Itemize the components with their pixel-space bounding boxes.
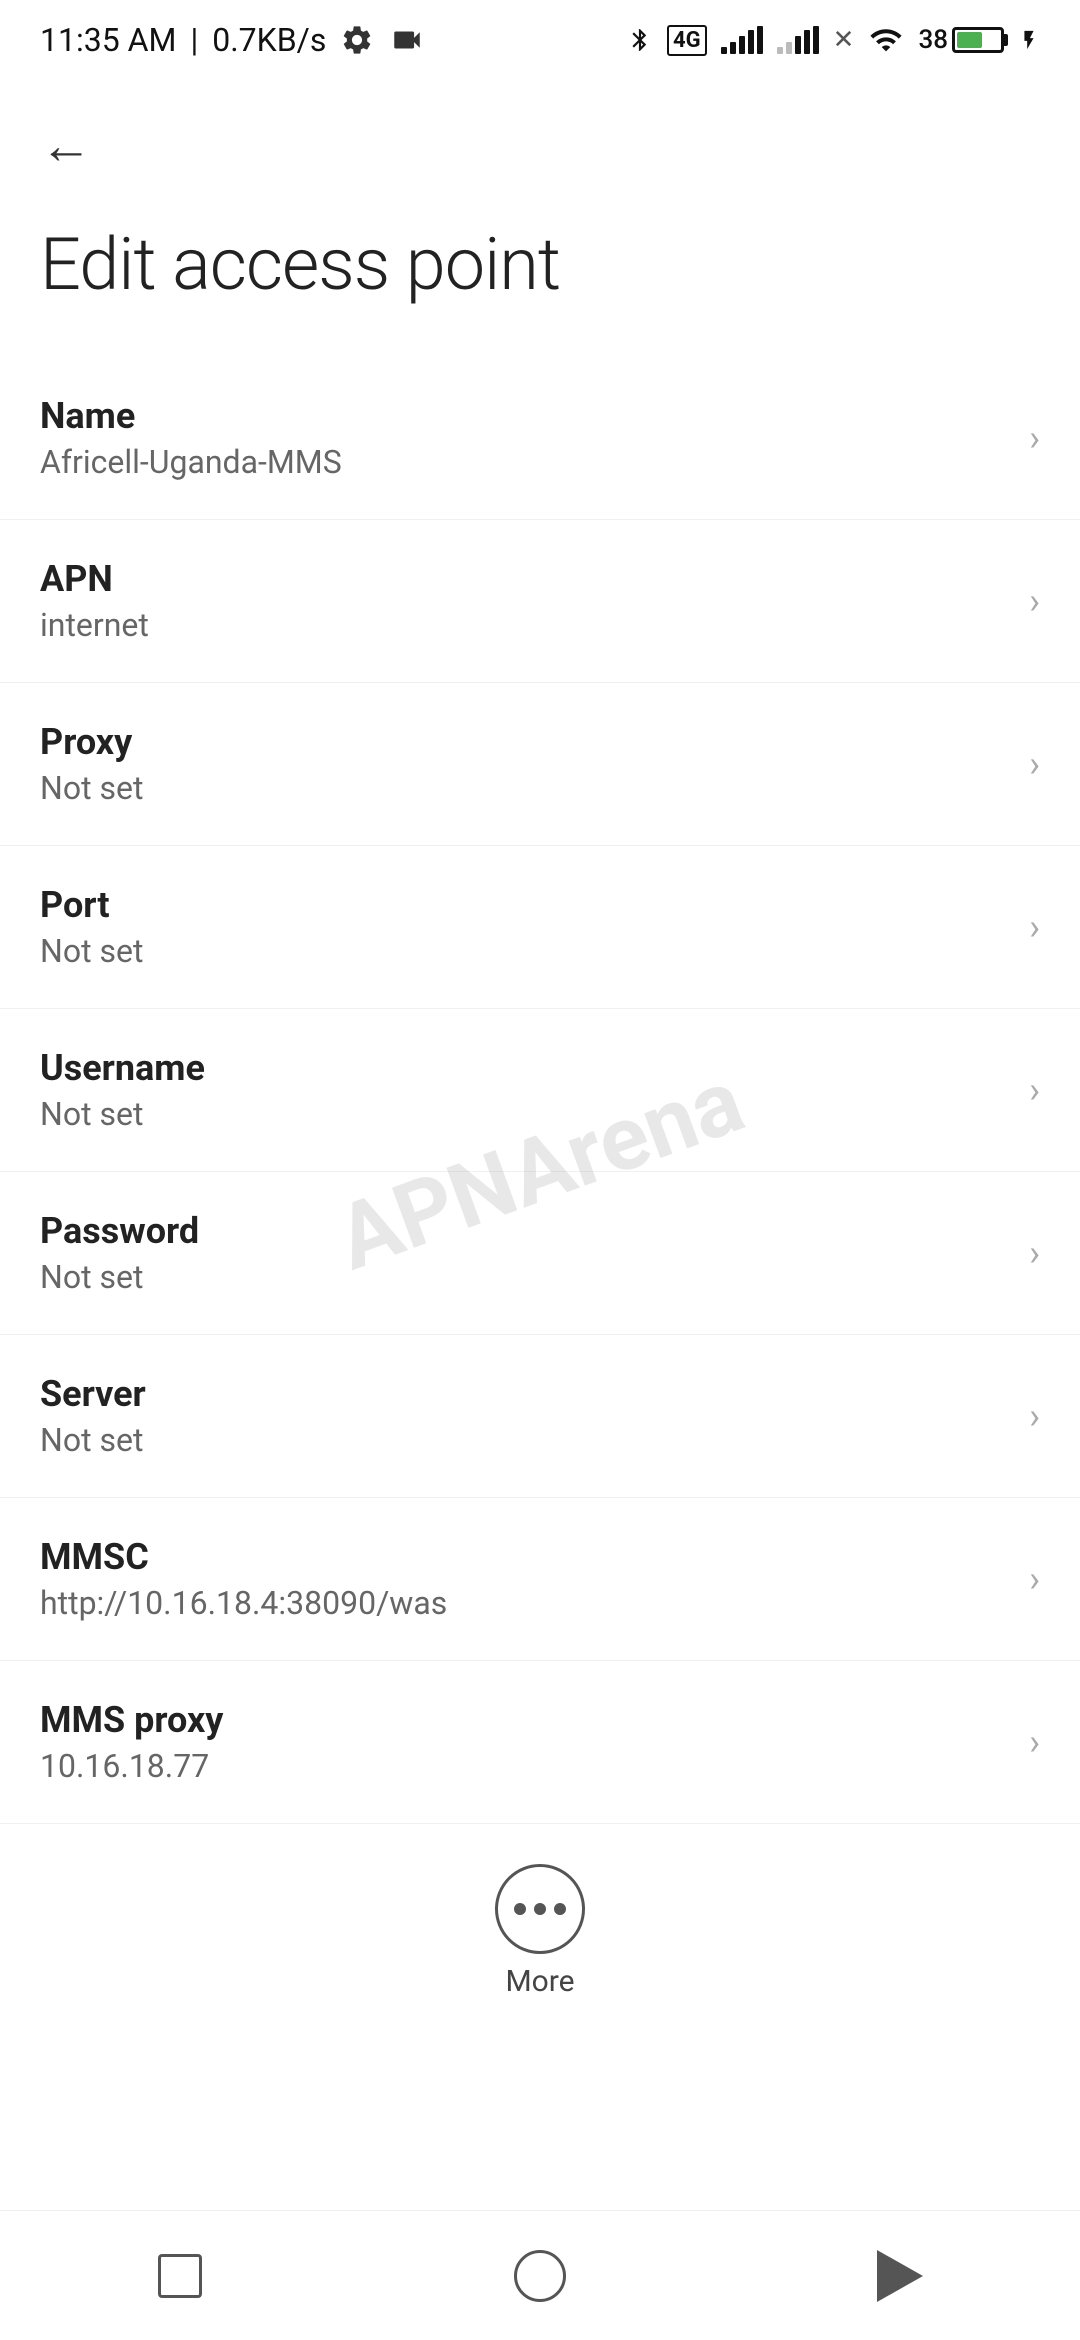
field-proxy[interactable]: Proxy Not set › xyxy=(0,683,1080,846)
chevron-apn: › xyxy=(1029,580,1040,622)
field-port-value: Not set xyxy=(40,932,1009,970)
chevron-password: › xyxy=(1029,1232,1040,1274)
bluetooth-icon xyxy=(627,23,653,57)
chevron-proxy: › xyxy=(1029,743,1040,785)
no-signal-icon: ✕ xyxy=(833,25,855,55)
back-arrow-icon: ← xyxy=(40,115,92,176)
settings-icon xyxy=(340,23,374,57)
field-password[interactable]: Password Not set › xyxy=(0,1172,1080,1335)
page-title: Edit access point xyxy=(0,192,1080,357)
charging-icon xyxy=(1018,23,1040,57)
4g-badge: 4G xyxy=(667,25,707,56)
video-icon xyxy=(388,23,426,57)
field-mmsc-label: MMSC xyxy=(40,1536,1009,1578)
signal-bars-2 xyxy=(777,26,819,54)
field-mms-proxy-content: MMS proxy 10.16.18.77 xyxy=(40,1699,1009,1785)
more-dot-3 xyxy=(554,1903,566,1915)
status-left: 11:35 AM | 0.7KB/s xyxy=(40,21,426,59)
battery-box xyxy=(952,27,1004,53)
more-label: More xyxy=(505,1964,574,1999)
field-mms-proxy-value: 10.16.18.77 xyxy=(40,1747,1009,1785)
field-mmsc[interactable]: MMSC http://10.16.18.4:38090/was › xyxy=(0,1498,1080,1661)
field-name-value: Africell-Uganda-MMS xyxy=(40,443,1009,481)
field-mmsc-content: MMSC http://10.16.18.4:38090/was xyxy=(40,1536,1009,1622)
field-port-label: Port xyxy=(40,884,1009,926)
more-dot-2 xyxy=(534,1903,546,1915)
field-proxy-value: Not set xyxy=(40,769,1009,807)
more-dot-1 xyxy=(514,1903,526,1915)
status-bar: 11:35 AM | 0.7KB/s 4G xyxy=(0,0,1080,80)
signal-bars-1 xyxy=(721,26,763,54)
settings-list: Name Africell-Uganda-MMS › APN internet … xyxy=(0,357,1080,1824)
wifi-icon xyxy=(868,23,904,57)
field-mms-proxy[interactable]: MMS proxy 10.16.18.77 › xyxy=(0,1661,1080,1824)
nav-home-button[interactable] xyxy=(480,2236,600,2316)
field-name-label: Name xyxy=(40,395,1009,437)
chevron-mmsc: › xyxy=(1029,1558,1040,1600)
nav-back-button[interactable] xyxy=(840,2236,960,2316)
field-password-content: Password Not set xyxy=(40,1210,1009,1296)
chevron-username: › xyxy=(1029,1069,1040,1111)
field-username-label: Username xyxy=(40,1047,1009,1089)
recent-apps-icon xyxy=(158,2254,202,2298)
back-button[interactable]: ← xyxy=(0,80,1080,192)
chevron-server: › xyxy=(1029,1395,1040,1437)
chevron-mms-proxy: › xyxy=(1029,1721,1040,1763)
chevron-port: › xyxy=(1029,906,1040,948)
time-label: 11:35 AM xyxy=(40,21,176,59)
network-speed: 0.7KB/s xyxy=(212,21,326,59)
field-port[interactable]: Port Not set › xyxy=(0,846,1080,1009)
field-mms-proxy-label: MMS proxy xyxy=(40,1699,1009,1741)
field-apn-label: APN xyxy=(40,558,1009,600)
field-port-content: Port Not set xyxy=(40,884,1009,970)
field-apn[interactable]: APN internet › xyxy=(0,520,1080,683)
field-server-label: Server xyxy=(40,1373,1009,1415)
field-server-content: Server Not set xyxy=(40,1373,1009,1459)
chevron-name: › xyxy=(1029,417,1040,459)
battery-indicator: 38 xyxy=(918,25,1004,55)
field-apn-content: APN internet xyxy=(40,558,1009,644)
field-proxy-content: Proxy Not set xyxy=(40,721,1009,807)
field-password-value: Not set xyxy=(40,1258,1009,1296)
back-icon xyxy=(877,2250,923,2302)
battery-fill xyxy=(957,32,982,48)
field-name[interactable]: Name Africell-Uganda-MMS › xyxy=(0,357,1080,520)
field-server[interactable]: Server Not set › xyxy=(0,1335,1080,1498)
field-username-value: Not set xyxy=(40,1095,1009,1133)
field-name-content: Name Africell-Uganda-MMS xyxy=(40,395,1009,481)
field-proxy-label: Proxy xyxy=(40,721,1009,763)
speed-separator: | xyxy=(190,21,198,59)
field-password-label: Password xyxy=(40,1210,1009,1252)
field-mmsc-value: http://10.16.18.4:38090/was xyxy=(40,1584,1009,1622)
more-section[interactable]: More xyxy=(0,1824,1080,2019)
field-server-value: Not set xyxy=(40,1421,1009,1459)
field-username[interactable]: Username Not set › xyxy=(0,1009,1080,1172)
status-right: 4G ✕ 38 xyxy=(627,23,1040,57)
more-icon-circle xyxy=(495,1864,585,1954)
home-icon xyxy=(514,2250,566,2302)
field-username-content: Username Not set xyxy=(40,1047,1009,1133)
nav-recent-button[interactable] xyxy=(120,2236,240,2316)
more-dots xyxy=(514,1903,566,1915)
bottom-nav xyxy=(0,2210,1080,2340)
field-apn-value: internet xyxy=(40,606,1009,644)
